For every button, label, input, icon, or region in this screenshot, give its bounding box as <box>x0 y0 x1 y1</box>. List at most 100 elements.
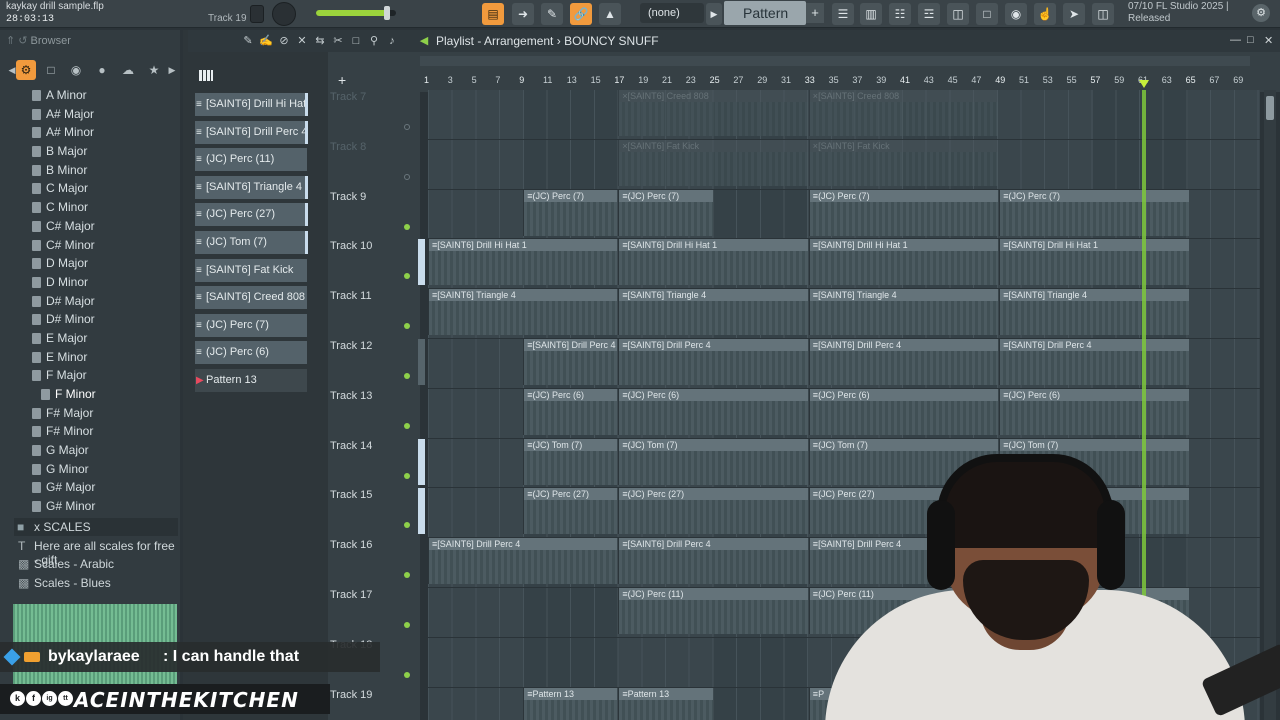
playlist-clip[interactable]: [SAINT6] Triangle 4 <box>618 289 808 336</box>
scale-item[interactable]: F# Major <box>0 404 180 423</box>
scale-item[interactable]: E Major <box>0 329 180 348</box>
minimize-icon[interactable]: — <box>1230 34 1241 46</box>
speaker-icon[interactable]: ♪ <box>384 34 400 48</box>
playlist-clip[interactable]: [SAINT6] Drill Hi Hat 1 <box>428 239 618 286</box>
bar-ruler[interactable]: 1 3 5 7 9 11 13 15 17 19 21 23 25 27 29 31 33 35 37 39 41 43 4… <box>424 72 1264 90</box>
track-mute-led[interactable] <box>404 422 410 429</box>
scale-item[interactable]: C# Minor <box>0 236 180 255</box>
track-mute-led[interactable] <box>404 373 410 379</box>
mixer-icon[interactable]: ☲ <box>918 3 940 25</box>
playlist-clip[interactable]: (JC) Perc (7) <box>618 189 713 236</box>
browser-icon[interactable]: ◫ <box>947 3 969 25</box>
playlist-clip[interactable]: (JC) Perc (6) <box>808 388 999 435</box>
plugin-icon[interactable]: ◉ <box>1005 3 1027 25</box>
add-track-icon[interactable]: + <box>338 72 346 88</box>
track-name[interactable]: Track 12 <box>330 340 372 352</box>
playlist-clip[interactable]: [SAINT6] Drill Perc 4 <box>523 339 618 385</box>
playlist-clip[interactable]: [SAINT6] Drill Perc 4 <box>618 538 808 585</box>
track-mute-led[interactable] <box>404 273 410 280</box>
track-name[interactable]: Track 9 <box>330 191 366 203</box>
scale-item[interactable]: A# Major <box>0 105 180 124</box>
scale-item[interactable]: C# Major <box>0 217 180 236</box>
track-mute-led[interactable] <box>404 124 410 130</box>
scale-item[interactable]: B Minor <box>0 161 180 180</box>
master-pitch-knob[interactable] <box>272 2 296 26</box>
track-name[interactable]: Track 10 <box>330 240 372 252</box>
playlist-clip[interactable]: (JC) Perc (6) <box>618 388 808 435</box>
track-name[interactable]: Track 15 <box>330 489 372 501</box>
pattern-selector[interactable]: Pattern 13 <box>724 1 806 45</box>
scale-item[interactable]: A# Minor <box>0 123 180 142</box>
track-name[interactable]: Track 16 <box>330 539 372 551</box>
playlist-clip[interactable]: (JC) Perc (27) <box>618 488 808 535</box>
select-icon[interactable]: □ <box>348 34 364 48</box>
track-name[interactable]: Track 19 <box>330 689 372 701</box>
track-name[interactable]: Track 14 <box>330 440 372 452</box>
track-mute-led[interactable] <box>404 572 410 579</box>
master-volume-slider[interactable] <box>316 6 396 20</box>
step-forward-icon[interactable]: ➜ <box>512 3 534 25</box>
scale-item[interactable]: B Major <box>0 142 180 161</box>
scale-item[interactable]: C Minor <box>0 198 180 217</box>
paint-icon[interactable]: ✍ <box>258 34 274 48</box>
playlist-clip[interactable]: [SAINT6] Triangle 4 <box>428 289 618 336</box>
arrow-right-icon[interactable]: ◀ <box>416 34 432 48</box>
scale-item[interactable]: E Minor <box>0 348 180 367</box>
touch-icon[interactable]: ☝ <box>1034 3 1056 25</box>
playlist-clip[interactable]: (JC) Tom (7) <box>523 438 618 485</box>
scales-folder[interactable]: ■ x SCALES <box>14 518 178 536</box>
scale-item[interactable]: A Minor <box>0 86 180 105</box>
collapse-right-icon[interactable]: ▶ <box>162 60 182 80</box>
slip-icon[interactable]: ⇆ <box>312 34 328 48</box>
track-name[interactable]: Track 8 <box>330 141 366 153</box>
pencil-icon[interactable]: ✎ <box>240 34 256 48</box>
playlist-clip[interactable]: (JC) Tom (7) <box>618 438 808 485</box>
slice-icon[interactable]: ✂ <box>330 34 346 48</box>
scale-item[interactable]: D Minor <box>0 273 180 292</box>
playlist-clip[interactable]: (JC) Perc (6) <box>999 388 1189 435</box>
overview-scrollbar[interactable] <box>420 56 1250 66</box>
playlist-clip[interactable]: [SAINT6] Triangle 4 <box>999 289 1189 336</box>
arrangement-name[interactable]: BOUNCY SNUFF <box>564 34 658 48</box>
browser-nav-icon[interactable]: ⇑ ↺ <box>6 35 31 47</box>
scale-item[interactable]: F Minor <box>0 385 180 404</box>
track-mute-led[interactable] <box>404 323 410 330</box>
playlist-clip[interactable]: [SAINT6] Drill Hi Hat 1 <box>808 239 999 286</box>
scale-item[interactable]: G# Minor <box>0 497 180 516</box>
browser-doc-item[interactable]: ▩ Scales - Arabic <box>18 557 114 571</box>
track-name[interactable]: Track 11 <box>330 290 372 302</box>
playlist-clip[interactable]: Pattern 13 <box>523 687 618 720</box>
sound-icon[interactable]: ● <box>92 60 112 80</box>
cart-icon[interactable]: ◫ <box>1092 3 1114 25</box>
delete-icon[interactable]: ⊘ <box>276 34 292 48</box>
playlist-clip[interactable]: [SAINT6] Creed 808 <box>618 90 808 136</box>
playlist-icon[interactable]: ☰ <box>832 3 854 25</box>
track-mute-led[interactable] <box>404 173 410 180</box>
gear-icon[interactable]: ⚙ <box>1252 4 1270 22</box>
playlist-clip[interactable]: [SAINT6] Drill Perc 4 <box>618 339 808 385</box>
star-icon[interactable]: ★ <box>144 60 164 80</box>
draw-pencil-icon[interactable]: ✎ <box>541 3 563 25</box>
track-mute-led[interactable] <box>404 472 410 479</box>
plugin-database-icon[interactable]: ◉ <box>66 60 86 80</box>
playlist-clip[interactable]: (JC) Perc (6) <box>523 388 618 435</box>
song-time-display[interactable]: 28:03:13 <box>6 14 54 25</box>
track-name[interactable]: Track 7 <box>330 91 366 103</box>
send-icon[interactable]: ➤ <box>1063 3 1085 25</box>
snap-select[interactable]: (none) <box>640 3 704 23</box>
playlist-clip[interactable]: (JC) Perc (11) <box>618 588 808 634</box>
playlist-clip[interactable]: [SAINT6] Triangle 4 <box>808 289 999 336</box>
pattern-song-toggle-icon[interactable]: ▤ <box>482 3 504 25</box>
playlist-clip[interactable]: (JC) Perc (27) <box>523 488 618 535</box>
scale-item[interactable]: D# Minor <box>0 310 180 329</box>
track-name[interactable]: Track 13 <box>330 390 372 402</box>
scale-item[interactable]: F# Minor <box>0 422 180 441</box>
playlist-clip[interactable]: [SAINT6] Drill Perc 4 <box>999 339 1189 385</box>
track-mute-led[interactable] <box>404 671 410 678</box>
metronome-icon[interactable]: ▲ <box>599 3 621 25</box>
track-mute-led[interactable] <box>404 522 410 529</box>
pattern-prev-icon[interactable]: ▶ <box>706 3 722 25</box>
zoom-icon[interactable]: ⚲ <box>366 34 382 48</box>
track-mute-led[interactable] <box>404 622 410 628</box>
mute-icon[interactable]: ✕ <box>294 34 310 48</box>
